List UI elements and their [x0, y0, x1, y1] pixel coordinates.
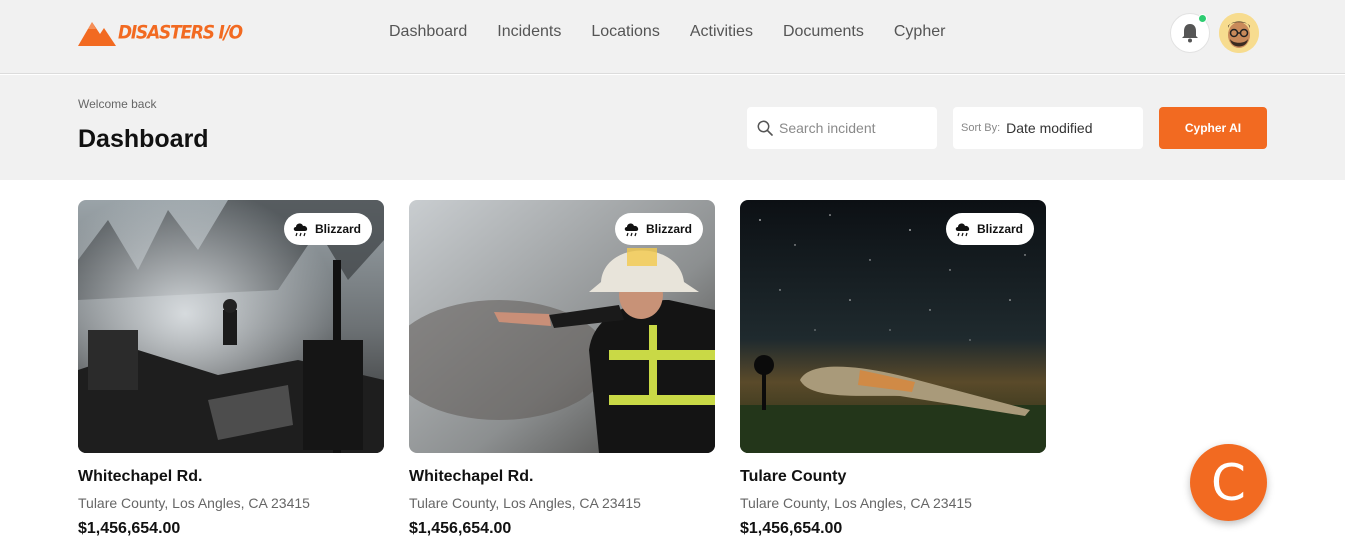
card-address: Tulare County, Los Angles, CA 23415 [78, 495, 310, 511]
incident-card[interactable]: Blizzard Tulare County Tulare County, Lo… [740, 200, 1046, 538]
incident-cards: Blizzard Whitechapel Rd. Tulare County, … [78, 200, 1046, 538]
rain-cloud-icon [955, 223, 970, 237]
disaster-type-badge: Blizzard [283, 213, 372, 245]
card-price: $1,456,654.00 [78, 520, 181, 537]
disaster-type-badge: Blizzard [945, 213, 1034, 245]
nav-cypher[interactable]: Cypher [879, 22, 961, 42]
dashboard-header: Welcome back Dashboard Sort By: Date mod… [0, 75, 1345, 180]
disaster-type-badge: Blizzard [614, 213, 703, 245]
card-price: $1,456,654.00 [740, 520, 843, 537]
badge-label: Blizzard [314, 222, 361, 236]
user-avatar[interactable] [1219, 13, 1259, 53]
card-title: Tulare County [740, 468, 847, 485]
sort-label: Sort By: [961, 122, 1001, 134]
notification-dot [1198, 14, 1207, 23]
search-icon [757, 120, 773, 136]
card-address: Tulare County, Los Angles, CA 23415 [409, 495, 641, 511]
card-price: $1,456,654.00 [409, 520, 512, 537]
top-navigation-bar: DISASTERS I/O Dashboard Incidents Locati… [0, 0, 1345, 74]
cypher-ai-button[interactable]: Cypher AI [1159, 107, 1267, 149]
incident-card[interactable]: Blizzard Whitechapel Rd. Tulare County, … [78, 200, 384, 538]
nav-activities[interactable]: Activities [675, 22, 768, 42]
notifications-button[interactable] [1170, 13, 1210, 53]
rain-cloud-icon [293, 223, 308, 237]
main-nav: Dashboard Incidents Locations Activities… [374, 22, 960, 42]
bell-icon [1182, 24, 1198, 43]
search-input[interactable] [779, 120, 929, 136]
rain-cloud-icon [624, 223, 639, 237]
card-title: Whitechapel Rd. [78, 468, 203, 485]
logo-mountain-icon [78, 22, 116, 46]
incident-image: Blizzard [409, 200, 715, 453]
sort-value: Date modified [1006, 120, 1093, 136]
search-box[interactable] [747, 107, 937, 149]
incident-image: Blizzard [78, 200, 384, 453]
card-address: Tulare County, Los Angles, CA 23415 [740, 495, 972, 511]
avatar-face-icon [1219, 13, 1259, 53]
incident-image: Blizzard [740, 200, 1046, 453]
badge-label: Blizzard [645, 222, 692, 236]
nav-dashboard[interactable]: Dashboard [374, 22, 482, 42]
nav-documents[interactable]: Documents [768, 22, 879, 42]
welcome-text: Welcome back [78, 97, 157, 111]
card-title: Whitechapel Rd. [409, 468, 534, 485]
page-title: Dashboard [78, 125, 209, 153]
badge-label: Blizzard [976, 222, 1023, 236]
sort-dropdown[interactable]: Sort By: Date modified [953, 107, 1143, 149]
nav-locations[interactable]: Locations [576, 22, 675, 42]
brand-logo[interactable]: DISASTERS I/O [78, 20, 243, 46]
brand-name: DISASTERS I/O [118, 22, 243, 44]
nav-incidents[interactable]: Incidents [482, 22, 576, 42]
incident-card[interactable]: Blizzard Whitechapel Rd. Tulare County, … [409, 200, 715, 538]
cypher-chat-button[interactable]: C [1190, 444, 1267, 521]
